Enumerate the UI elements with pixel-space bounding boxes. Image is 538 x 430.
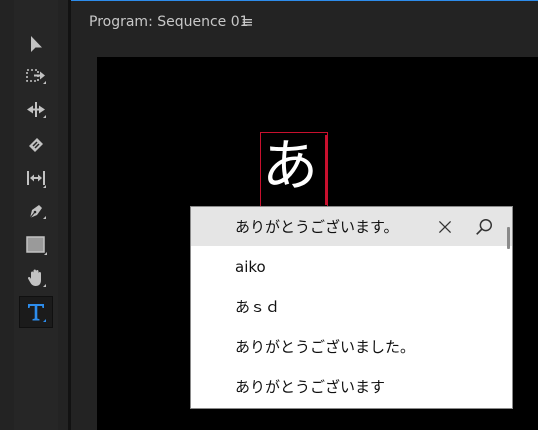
slip-tool-button[interactable] <box>18 163 54 193</box>
razor-icon <box>29 138 43 152</box>
panel-title[interactable]: Program: Sequence 01 <box>89 14 249 30</box>
ripple-edit-tool-button[interactable] <box>18 95 54 125</box>
app-window: Program: Sequence 01 ≡ あ ありがとうございます。 aik… <box>0 0 538 430</box>
close-icon <box>438 220 452 234</box>
slip-icon <box>27 171 46 188</box>
selection-tool-button[interactable] <box>18 29 54 59</box>
hand-tool-button[interactable] <box>18 263 54 293</box>
rectangle-tool-button[interactable] <box>18 230 54 260</box>
type-T-icon <box>28 304 46 322</box>
panel-menu-icon[interactable]: ≡ <box>241 13 254 31</box>
ime-candidate-popup: ありがとうございます。 aiko あｓｄ ありがとうございました。 ありがとうご… <box>190 206 513 409</box>
ime-scrollbar[interactable] <box>507 227 510 249</box>
arrow-pointer-icon <box>31 36 42 52</box>
hand-icon <box>27 269 46 287</box>
candidate-text: ありがとうございます。 <box>235 218 399 236</box>
pen-icon <box>29 205 46 219</box>
razor-tool-button[interactable] <box>18 130 54 160</box>
text-layer-content: あ <box>262 134 318 199</box>
text-layer-bounding-box[interactable]: あ <box>260 132 328 207</box>
search-button[interactable] <box>473 216 495 238</box>
ime-candidate-item[interactable]: ありがとうございます <box>191 367 512 406</box>
ime-candidate-item[interactable]: ありがとうございました。 <box>191 327 512 366</box>
candidate-text: あｓｄ <box>235 298 281 316</box>
track-select-tool-button[interactable] <box>18 61 54 91</box>
search-icon <box>476 219 492 235</box>
text-cursor <box>325 135 327 205</box>
close-button[interactable] <box>435 217 455 237</box>
pen-tool-button[interactable] <box>18 196 54 226</box>
candidate-text: ありがとうございます <box>235 378 386 396</box>
panel-header: Program: Sequence 01 ≡ <box>71 1 538 45</box>
tools-panel <box>0 0 68 430</box>
rectangle-icon <box>26 236 47 255</box>
track-select-forward-icon <box>26 69 46 84</box>
ripple-edit-icon <box>27 102 46 118</box>
candidate-text: ありがとうございました。 <box>235 338 416 356</box>
ime-candidate-item[interactable]: aiko <box>191 247 512 286</box>
ime-candidate-item[interactable]: あｓｄ <box>191 287 512 326</box>
candidate-text: aiko <box>235 257 266 276</box>
ime-candidate-item[interactable]: ありがとうございます。 <box>191 207 512 246</box>
type-tool-button[interactable] <box>19 296 53 328</box>
